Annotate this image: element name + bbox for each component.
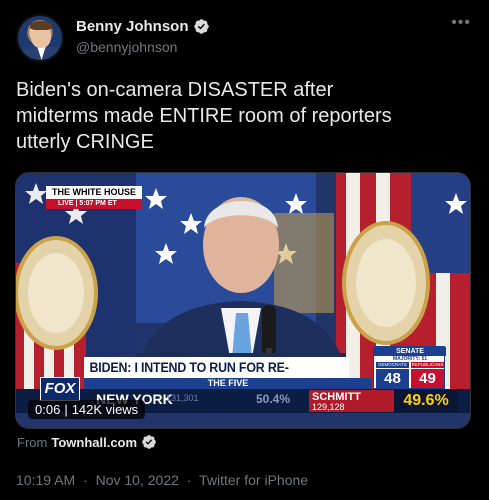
broadcast-location-banner: THE WHITE HOUSE LIVE | 5:07 PM ET xyxy=(46,186,142,210)
tweet-date[interactable]: Nov 10, 2022 xyxy=(96,472,179,488)
tweet-metadata: 10:19 AM · Nov 10, 2022 · Twitter for iP… xyxy=(16,472,309,488)
senate-scoreboard: SENATE MAJORITY: 51 DEMOCRATS REPUBLICAN… xyxy=(373,346,446,389)
network-logo: FOX xyxy=(40,377,80,401)
verified-badge-icon xyxy=(193,19,209,34)
tweet-text-line: Biden's on-camera DISASTER after xyxy=(16,79,334,101)
candidate-pct: 49.6% xyxy=(394,390,458,412)
video-meta-overlay: 0:06 | 142K views xyxy=(28,400,146,419)
video-duration: 0:06 xyxy=(35,402,61,417)
rep-label: REPUBLICANS xyxy=(411,362,444,368)
tweet-text-line: midterms made ENTIRE room of reporters xyxy=(16,105,392,127)
tweet-header: Benny Johnson @bennyjohnson ••• xyxy=(16,12,473,64)
broadcast-headline: BIDEN: I INTEND TO RUN FOR RE-ELECTION I… xyxy=(84,357,349,397)
race-faded-pct: 50.4% xyxy=(256,392,291,406)
broadcast-live-time: LIVE | 5:07 PM ET xyxy=(46,199,142,209)
source-prefix: From xyxy=(17,434,48,450)
source-link[interactable]: Townhall.com xyxy=(51,435,137,450)
handle[interactable]: @bennyjohnson xyxy=(76,39,177,55)
avatar[interactable] xyxy=(16,14,64,62)
display-name[interactable]: Benny Johnson xyxy=(76,18,189,35)
race-faded-votes: 131,301 xyxy=(166,393,199,403)
tweet-client: Twitter for iPhone xyxy=(199,472,309,488)
more-horizontal-icon[interactable]: ••• xyxy=(451,14,471,32)
author-name-row[interactable]: Benny Johnson xyxy=(76,18,210,35)
candidate-box: SCHMITT 129,128 xyxy=(309,390,394,412)
tweet-text-line: utterly CRINGE xyxy=(16,131,154,153)
broadcast-location: THE WHITE HOUSE xyxy=(46,186,142,199)
senate-title: SENATE xyxy=(374,347,446,356)
broadcast-time: 5:07 PM ET xyxy=(79,200,117,207)
video-player[interactable]: THE WHITE HOUSE LIVE | 5:07 PM ET SENATE… xyxy=(15,172,471,429)
tweet-text: Biden's on-camera DISASTER after midterm… xyxy=(16,77,476,155)
broadcast-show-name: THE FIVE xyxy=(84,378,372,389)
dem-seats: 48 xyxy=(376,369,409,388)
video-views: 142K views xyxy=(71,402,139,417)
tweet-time[interactable]: 10:19 AM xyxy=(16,472,75,488)
candidate-votes: 129,128 xyxy=(312,402,345,412)
broadcast-live-label: LIVE xyxy=(58,200,74,207)
dem-label: DEMOCRATS xyxy=(376,362,409,368)
rep-seats: 49 xyxy=(411,369,444,388)
verified-badge-icon xyxy=(142,435,156,449)
media-source: From Townhall.com xyxy=(17,434,157,450)
